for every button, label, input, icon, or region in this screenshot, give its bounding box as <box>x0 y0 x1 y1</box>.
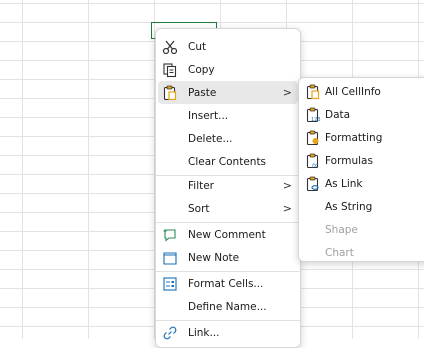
submenu-item-as-string[interactable]: As String <box>301 195 424 218</box>
menu-item-label: New Note <box>188 251 240 264</box>
menu-item-label: Sort <box>188 202 210 215</box>
chevron-right-icon: > <box>282 179 292 192</box>
menu-item-label: Define Name... <box>188 300 267 313</box>
menu-item-label: Format Cells... <box>188 277 264 290</box>
menu-item-new-comment[interactable]: New Comment <box>158 223 298 246</box>
paste-submenu: All CellInfo 123 Data Formatting fx Form… <box>298 77 424 262</box>
submenu-item-data[interactable]: 123 Data <box>301 103 424 126</box>
submenu-item-shape: Shape <box>301 218 424 241</box>
paste-all-icon <box>305 84 321 100</box>
menu-item-label: Copy <box>188 63 215 76</box>
submenu-item-label: Data <box>325 108 351 121</box>
menu-item-label: Insert... <box>188 109 229 122</box>
chevron-right-icon: > <box>282 86 292 99</box>
submenu-item-label: Chart <box>325 246 354 259</box>
paste-data-icon: 123 <box>305 107 321 123</box>
submenu-item-label: Formatting <box>325 131 383 144</box>
svg-text:123: 123 <box>311 117 321 123</box>
submenu-item-formatting[interactable]: Formatting <box>301 126 424 149</box>
paste-formulas-icon: fx <box>305 153 321 169</box>
submenu-item-label: As Link <box>325 177 363 190</box>
menu-item-label: Link... <box>188 326 220 339</box>
menu-item-delete[interactable]: Delete... <box>158 127 298 150</box>
paste-formatting-icon <box>305 130 321 146</box>
context-menu: Cut Copy Paste > Insert... Delete... Cle… <box>155 28 301 348</box>
menu-item-define-name[interactable]: Define Name... <box>158 295 298 318</box>
menu-item-insert[interactable]: Insert... <box>158 104 298 127</box>
menu-item-clear-contents[interactable]: Clear Contents <box>158 150 298 173</box>
menu-item-link[interactable]: Link... <box>158 321 298 344</box>
clipboard-icon <box>162 85 178 101</box>
submenu-item-all-cellinfo[interactable]: All CellInfo <box>301 80 424 103</box>
submenu-item-as-link[interactable]: As Link <box>301 172 424 195</box>
comment-icon <box>162 227 178 243</box>
menu-item-label: Delete... <box>188 132 233 145</box>
submenu-item-label: All CellInfo <box>325 85 381 98</box>
submenu-item-label: Shape <box>325 223 358 236</box>
copy-icon <box>162 62 178 78</box>
submenu-item-formulas[interactable]: fx Formulas <box>301 149 424 172</box>
menu-item-filter[interactable]: Filter > <box>158 174 298 197</box>
note-icon <box>162 250 178 266</box>
menu-item-label: Cut <box>188 40 207 53</box>
chevron-right-icon: > <box>282 202 292 215</box>
menu-item-paste[interactable]: Paste > <box>158 81 298 104</box>
submenu-item-label: Formulas <box>325 154 373 167</box>
menu-item-label: Paste <box>188 86 217 99</box>
menu-item-label: New Comment <box>188 228 266 241</box>
format-cells-icon <box>162 276 178 292</box>
menu-item-sort[interactable]: Sort > <box>158 197 298 220</box>
submenu-item-label: As String <box>325 200 373 213</box>
menu-item-format-cells[interactable]: Format Cells... <box>158 272 298 295</box>
menu-item-cut[interactable]: Cut <box>158 35 298 58</box>
paste-link-icon <box>305 176 321 192</box>
submenu-item-chart: Chart <box>301 241 424 264</box>
scissors-icon <box>162 39 178 55</box>
menu-item-label: Filter <box>188 179 215 192</box>
menu-item-copy[interactable]: Copy <box>158 58 298 81</box>
menu-item-label: Clear Contents <box>188 155 267 168</box>
svg-text:fx: fx <box>311 163 318 169</box>
menu-item-new-note[interactable]: New Note <box>158 246 298 269</box>
